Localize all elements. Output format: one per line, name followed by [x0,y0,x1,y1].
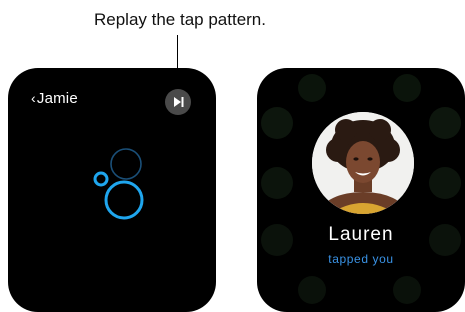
contact-name: Lauren [328,224,394,245]
notification-status: tapped you [328,252,394,266]
tap-circle-small [93,171,109,187]
illustration: Replay the tap pattern. ‹Jamie Lauren ta… [0,0,465,312]
contact-avatar [312,112,414,214]
tap-circle-faint [110,148,142,180]
watch-screen-notification: Lauren tapped you [257,68,465,312]
callout-label: Replay the tap pattern. [93,10,266,29]
person-portrait-icon [312,112,414,214]
tap-pattern [93,148,144,220]
tap-circle-large [104,180,144,220]
watch-screen-taps: ‹Jamie [8,68,216,312]
